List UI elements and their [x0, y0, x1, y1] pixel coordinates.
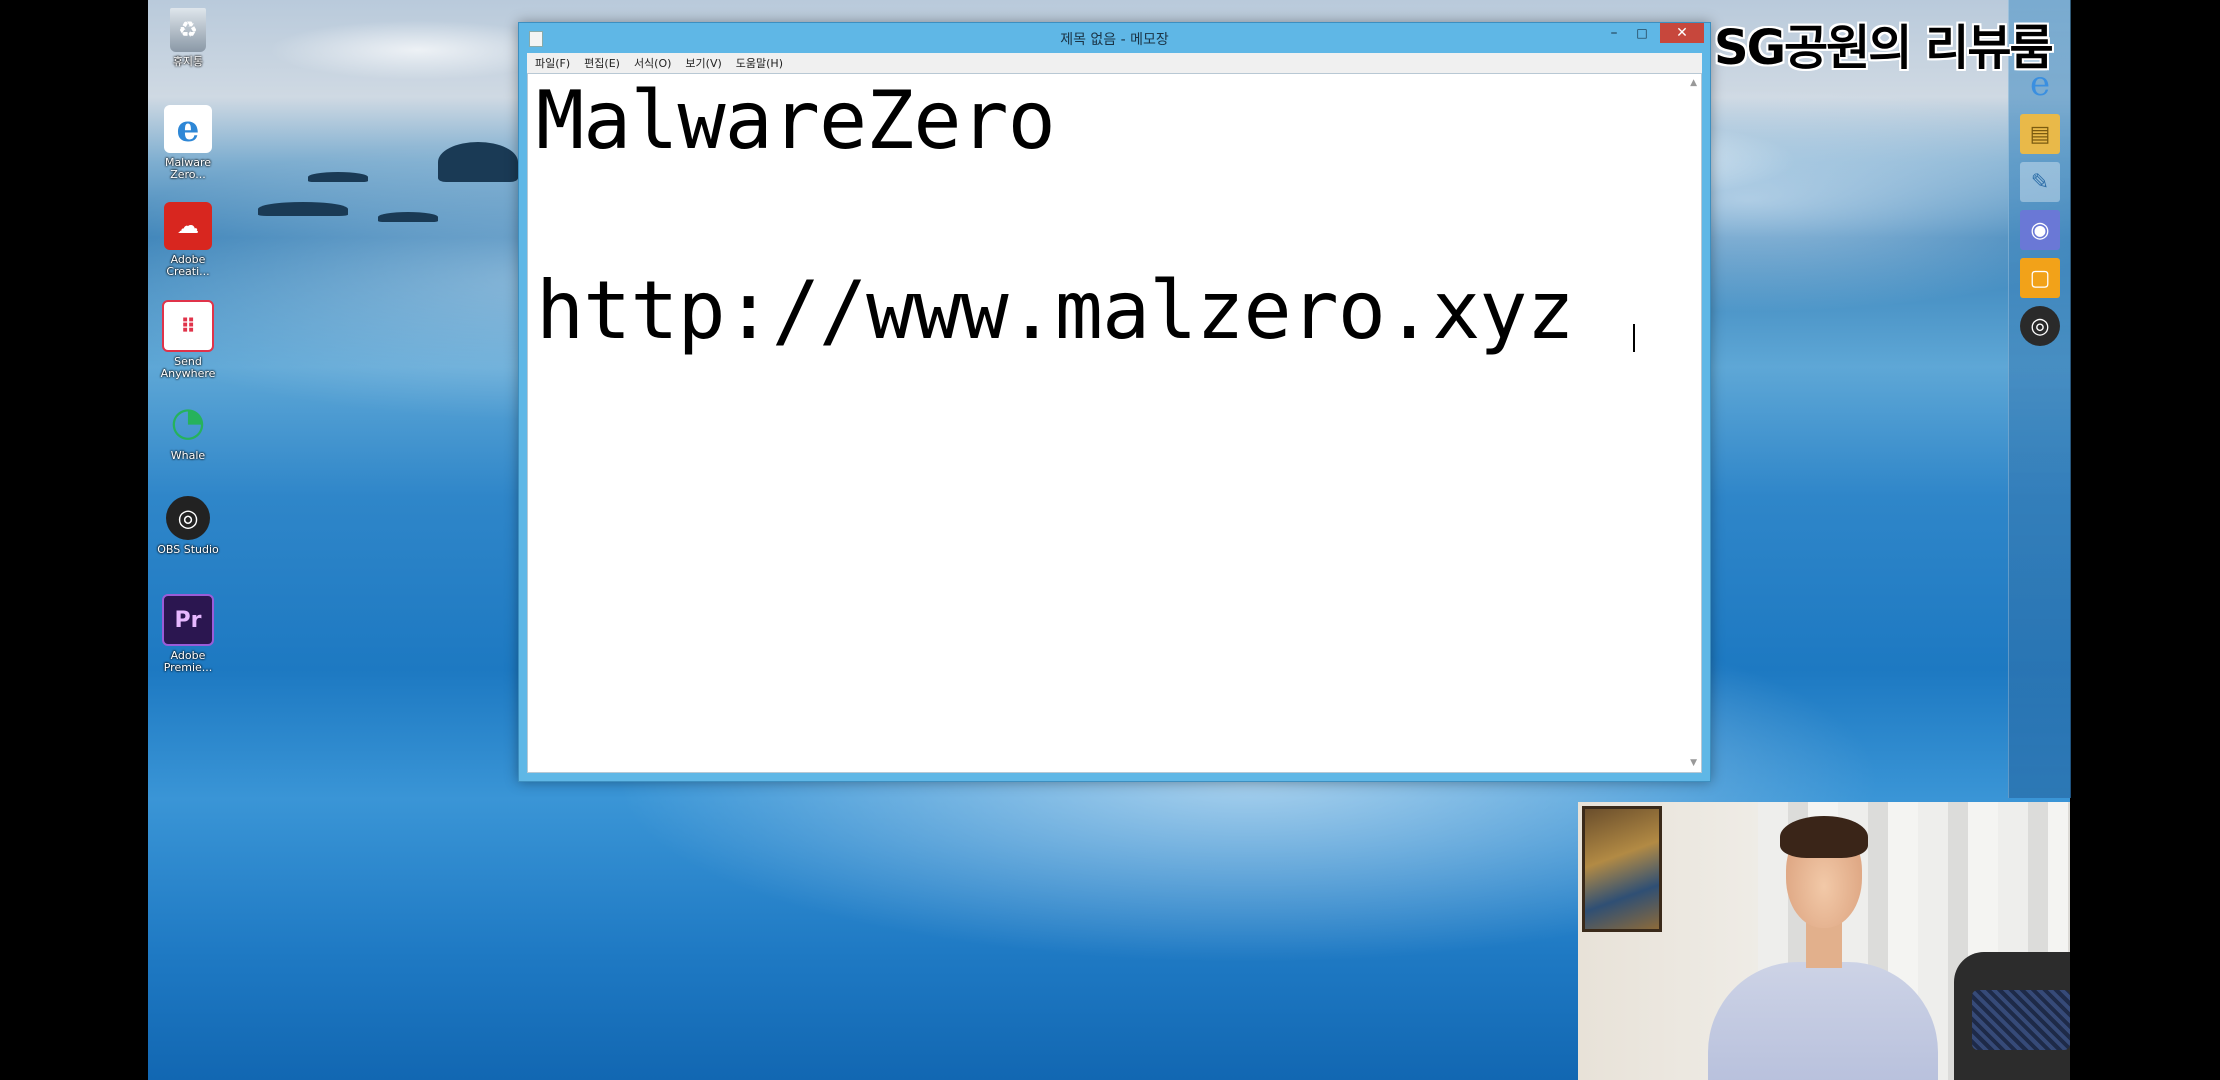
text-line-2: http://www.malzero.xyz	[536, 264, 1575, 357]
channel-watermark: SG공원의 리뷰룸	[1714, 20, 2054, 76]
desktop-icon-label: Whale	[170, 449, 206, 462]
close-button[interactable]: ✕	[1660, 23, 1704, 43]
whale-browser-icon: ◔	[170, 399, 206, 445]
desktop-icon-label: OBS Studio	[157, 543, 219, 556]
desktop-icon-send-anywhere[interactable]: ⠿ Send Anywhere	[148, 300, 228, 380]
notepad-text-area[interactable]: MalwareZero http://www.malzero.xyz ▲ ▼	[527, 73, 1702, 773]
webcam-overlay	[1578, 802, 2070, 1080]
obs-studio-icon: ◎	[166, 496, 210, 540]
send-anywhere-icon: ⠿	[162, 300, 214, 352]
taskbar-file-explorer-icon[interactable]: ▤	[2020, 114, 2060, 154]
taskbar: e ▤ ✎ ◉ ▢ ◎	[2008, 0, 2071, 798]
taskbar-sticky-app-icon[interactable]: ▢	[2020, 258, 2060, 298]
rock	[438, 142, 518, 182]
menu-file[interactable]: 파일(F)	[535, 55, 570, 71]
desktop-icon-obs-studio[interactable]: ◎ OBS Studio	[148, 496, 228, 556]
menu-view[interactable]: 보기(V)	[685, 55, 721, 71]
rock	[308, 172, 368, 182]
scroll-down-icon[interactable]: ▼	[1690, 758, 1697, 768]
taskbar-discord-icon[interactable]: ◉	[2020, 210, 2060, 250]
adobe-creative-cloud-icon: ☁	[164, 202, 212, 250]
chair-cushion	[1972, 990, 2070, 1050]
menu-help[interactable]: 도움말(H)	[736, 55, 783, 71]
rock	[258, 202, 348, 216]
presenter-hair	[1780, 816, 1868, 858]
desktop-icon-label: Send Anywhere	[160, 355, 216, 380]
recycle-bin-icon: ♻	[170, 8, 206, 52]
desktop-icon-label: Adobe Premie...	[163, 649, 213, 674]
desktop-icon-recycle-bin[interactable]: ♻ 휴지통	[148, 8, 228, 68]
taskbar-obs-studio-icon[interactable]: ◎	[2020, 306, 2060, 346]
notepad-window[interactable]: 제목 없음 - 메모장 – □ ✕ 파일(F) 편집(E) 서식(O) 보기(V…	[518, 22, 1711, 782]
notepad-menubar: 파일(F) 편집(E) 서식(O) 보기(V) 도움말(H)	[527, 53, 1702, 73]
maximize-button[interactable]: □	[1628, 23, 1656, 43]
notepad-titlebar[interactable]: 제목 없음 - 메모장 – □ ✕	[519, 23, 1710, 53]
desktop-icon-label: Adobe Creati...	[166, 253, 210, 278]
desktop-icon-adobe-creative-cloud[interactable]: ☁ Adobe Creati...	[148, 202, 228, 278]
desktop-icon-label: 휴지통	[172, 55, 204, 68]
wall-painting	[1582, 806, 1662, 932]
internet-explorer-icon: e	[164, 105, 212, 153]
rock	[378, 212, 438, 222]
notepad-title: 제목 없음 - 메모장	[1060, 32, 1169, 48]
taskbar-notepad-icon[interactable]: ✎	[2020, 162, 2060, 202]
text-cursor	[1633, 324, 1638, 352]
desktop-icon-label: Malware Zero...	[164, 156, 212, 181]
menu-format[interactable]: 서식(O)	[634, 55, 671, 71]
scroll-up-icon[interactable]: ▲	[1690, 78, 1697, 88]
minimize-button[interactable]: –	[1600, 23, 1628, 43]
desktop-icon-malware-zero[interactable]: e Malware Zero...	[148, 105, 228, 181]
adobe-premiere-icon: Pr	[162, 594, 214, 646]
menu-edit[interactable]: 편집(E)	[584, 55, 620, 71]
desktop-icon-whale[interactable]: ◔ Whale	[148, 398, 228, 462]
text-line-1: MalwareZero	[536, 74, 1056, 167]
desktop-icon-adobe-premiere[interactable]: Pr Adobe Premie...	[148, 594, 228, 674]
